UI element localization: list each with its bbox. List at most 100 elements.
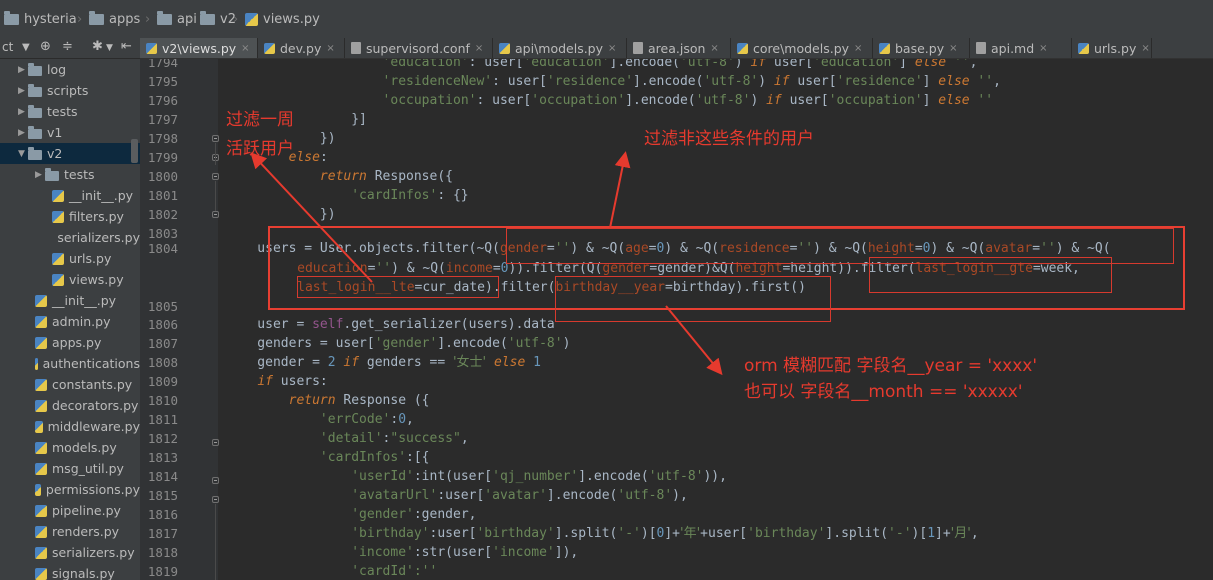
close-icon[interactable]: × bbox=[475, 43, 483, 54]
settings-arrow-icon[interactable]: ▼ bbox=[106, 43, 113, 53]
hide-panel-icon[interactable]: ⇤ bbox=[121, 39, 132, 54]
code-token: 'residenceNew' bbox=[382, 74, 493, 89]
tab-label: urls.py bbox=[1094, 40, 1137, 56]
chevron-right-icon[interactable]: ▶ bbox=[18, 86, 28, 96]
tab-base-py[interactable]: base.py × bbox=[873, 38, 970, 58]
code-line[interactable]: 'errCode':0, bbox=[226, 410, 414, 429]
tree-file[interactable]: __init__.py bbox=[0, 185, 140, 206]
tree-file[interactable]: permissions.py bbox=[0, 479, 140, 500]
tab-api-md[interactable]: api.md × bbox=[970, 38, 1072, 58]
tree-file[interactable]: pipeline.py bbox=[0, 500, 140, 521]
code-token: : user[ bbox=[468, 59, 524, 70]
code-line[interactable]: 'education': user['education'].encode('u… bbox=[226, 59, 978, 72]
fold-icon[interactable] bbox=[212, 477, 219, 484]
close-icon[interactable]: × bbox=[1039, 43, 1047, 54]
tree-item-label: __init__.py bbox=[69, 188, 134, 203]
tree-file[interactable]: renders.py bbox=[0, 521, 140, 542]
tree-file[interactable]: apps.py bbox=[0, 332, 140, 353]
chevron-right-icon[interactable]: ▶ bbox=[18, 128, 28, 138]
tree-file[interactable]: models.py bbox=[0, 437, 140, 458]
tree-file[interactable]: __init__.py bbox=[0, 290, 140, 311]
breadcrumb-item[interactable]: apps bbox=[89, 0, 140, 38]
chevron-right-icon[interactable]: ▶ bbox=[35, 170, 45, 180]
tree-file[interactable]: admin.py bbox=[0, 311, 140, 332]
fold-icon[interactable] bbox=[212, 496, 219, 503]
fold-icon[interactable] bbox=[212, 439, 219, 446]
code-line[interactable]: user = self.get_serializer(users).data bbox=[226, 315, 554, 334]
chevron-right-icon[interactable]: ▶ bbox=[18, 107, 28, 117]
tree-file[interactable]: msg_util.py bbox=[0, 458, 140, 479]
code-line[interactable]: 'occupation': user['occupation'].encode(… bbox=[226, 91, 994, 110]
tree-folder[interactable]: ▶ scripts bbox=[0, 80, 140, 101]
code-token: 'utf-8' bbox=[703, 74, 759, 89]
chevron-down-icon[interactable]: ▼ bbox=[18, 149, 28, 159]
tab-v2-views-py[interactable]: v2\views.py × bbox=[140, 38, 258, 58]
code-line[interactable]: 'detail':"success", bbox=[226, 429, 469, 448]
breadcrumb-item[interactable]: hysteria bbox=[4, 0, 77, 38]
code-line[interactable]: if users: bbox=[226, 372, 327, 391]
close-icon[interactable]: × bbox=[326, 43, 334, 54]
code-line[interactable]: 'residenceNew': user['residence'].encode… bbox=[226, 72, 1001, 91]
tree-file[interactable]: urls.py bbox=[0, 248, 140, 269]
code-line[interactable]: 'cardId':'' bbox=[226, 562, 437, 580]
folder-icon bbox=[4, 10, 19, 25]
code-line[interactable]: return Response({ bbox=[226, 167, 453, 186]
tree-file[interactable]: signals.py bbox=[0, 563, 140, 580]
chevron-right-icon[interactable]: ▶ bbox=[18, 65, 28, 75]
folder-icon bbox=[200, 10, 215, 25]
tab-label: supervisord.conf bbox=[366, 40, 470, 56]
tree-item-label: v2 bbox=[47, 146, 63, 161]
code-line[interactable]: 'income':str(user['income']), bbox=[226, 543, 578, 562]
tab-supervisord-conf[interactable]: supervisord.conf × bbox=[345, 38, 493, 58]
tree-file[interactable]: views.py bbox=[0, 269, 140, 290]
breadcrumb-item[interactable]: views.py bbox=[245, 0, 320, 38]
close-icon[interactable]: × bbox=[1141, 43, 1149, 54]
code-token: else bbox=[938, 93, 970, 108]
collapse-icon[interactable]: ≑ bbox=[62, 39, 73, 54]
tab-area-json[interactable]: area.json × bbox=[627, 38, 731, 58]
fold-icon[interactable] bbox=[212, 211, 219, 218]
close-icon[interactable]: × bbox=[949, 43, 957, 54]
code-line[interactable]: gender = 2 if genders == '女士' else 1 bbox=[226, 353, 541, 372]
breadcrumb-item[interactable]: v2 bbox=[200, 0, 236, 38]
tab-core-models-py[interactable]: core\models.py × bbox=[731, 38, 873, 58]
gear-icon[interactable]: ✱ bbox=[92, 39, 103, 54]
close-icon[interactable]: × bbox=[608, 43, 616, 54]
code-token: , bbox=[969, 59, 978, 70]
fold-icon[interactable] bbox=[212, 173, 219, 180]
tree-folder[interactable]: ▶ tests bbox=[0, 101, 140, 122]
fold-icon[interactable] bbox=[212, 135, 219, 142]
tree-folder[interactable]: ▶ tests bbox=[0, 164, 140, 185]
code-line[interactable]: genders = user['gender'].encode('utf-8') bbox=[226, 334, 570, 353]
code-line[interactable]: 'avatarUrl':user['avatar'].encode('utf-8… bbox=[226, 486, 688, 505]
tree-folder[interactable]: ▼ v2 bbox=[0, 143, 140, 164]
target-icon[interactable]: ⊕ bbox=[40, 39, 51, 54]
tree-file[interactable]: decorators.py bbox=[0, 395, 140, 416]
dropdown-arrow-icon[interactable]: ▼ bbox=[22, 42, 30, 53]
close-icon[interactable]: × bbox=[710, 43, 718, 54]
code-line[interactable]: 'cardInfos': {} bbox=[226, 186, 468, 205]
tree-file[interactable]: authentications bbox=[0, 353, 140, 374]
tree-file[interactable]: middleware.py bbox=[0, 416, 140, 437]
code-line[interactable]: return Response ({ bbox=[226, 391, 430, 410]
tree-scrollbar[interactable] bbox=[131, 139, 138, 163]
tree-folder[interactable]: ▶ log bbox=[0, 59, 140, 80]
tree-folder[interactable]: ▶ v1 bbox=[0, 122, 140, 143]
tab-dev-py[interactable]: dev.py × bbox=[258, 38, 345, 58]
code-line[interactable]: 'gender':gender, bbox=[226, 505, 476, 524]
code-line[interactable]: }) bbox=[226, 205, 336, 224]
code-token: Response ({ bbox=[335, 393, 430, 408]
tab-api-models-py[interactable]: api\models.py × bbox=[493, 38, 627, 58]
tree-file[interactable]: serializers.py bbox=[0, 542, 140, 563]
tree-file[interactable]: serializers.py bbox=[0, 227, 140, 248]
tab-urls-py[interactable]: urls.py × bbox=[1072, 38, 1152, 58]
close-icon[interactable]: × bbox=[241, 43, 249, 54]
code-token: '' bbox=[946, 59, 970, 70]
tree-file[interactable]: filters.py bbox=[0, 206, 140, 227]
close-icon[interactable]: × bbox=[854, 43, 862, 54]
code-line[interactable]: 'userId':int(user['qj_number'].encode('u… bbox=[226, 467, 727, 486]
code-line[interactable]: 'cardInfos':[{ bbox=[226, 448, 430, 467]
code-line[interactable]: 'birthday':user['birthday'].split('-')[0… bbox=[226, 524, 978, 543]
folder-icon bbox=[28, 104, 42, 118]
tree-file[interactable]: constants.py bbox=[0, 374, 140, 395]
